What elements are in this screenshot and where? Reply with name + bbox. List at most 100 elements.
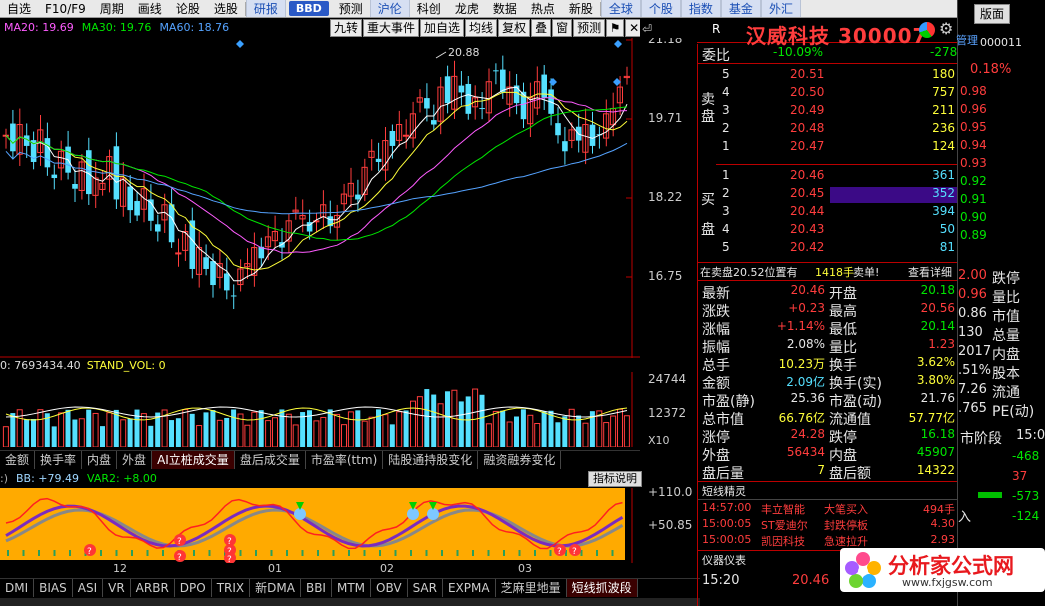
toolbar-button-7[interactable]: 预测	[573, 19, 606, 37]
nav-item-19[interactable]: 外汇	[760, 0, 801, 17]
volume-bar	[431, 394, 437, 447]
indicator-tab-9[interactable]: MTM	[332, 579, 372, 597]
stat-label: 总市值	[702, 412, 744, 428]
indicator-tab-6[interactable]: TRIX	[212, 579, 251, 597]
indicator-tab-0[interactable]: DMI	[0, 579, 35, 597]
candlestick-chart[interactable]	[0, 38, 640, 358]
side-stat-label: 市值	[992, 309, 1020, 325]
sub-tab-8[interactable]: 融资融券变化	[478, 451, 562, 469]
sub-tab-4[interactable]: AI立桩成交量	[152, 451, 235, 469]
nav-item-13[interactable]: 热点	[524, 0, 562, 17]
nav-item-9[interactable]: 沪伦	[369, 0, 410, 17]
indicator-help-button[interactable]: 指标说明	[588, 471, 642, 487]
sell-notice-detail-button[interactable]: 查看详细	[908, 264, 952, 280]
sub-tab-1[interactable]: 换手率	[35, 451, 83, 469]
nav-item-18[interactable]: 基金	[720, 0, 761, 17]
toolbar-button-0[interactable]: 九转	[330, 19, 363, 37]
stat-label: 涨跌	[702, 304, 730, 320]
candle-body	[479, 108, 485, 110]
side-stat-value: 7.26	[958, 382, 987, 397]
nav-item-17[interactable]: 指数	[680, 0, 721, 17]
stat-value: 20.46	[790, 283, 825, 297]
nav-item-5[interactable]: 选股	[207, 0, 245, 17]
stand-vol-label: STAND_VOL: 0	[86, 359, 166, 372]
indicator-tab-3[interactable]: VR	[103, 579, 131, 597]
nav-item-0[interactable]: 自选	[0, 0, 38, 17]
toolbar-button-3[interactable]: 均线	[465, 19, 498, 37]
sub-tab-3[interactable]: 外盘	[117, 451, 153, 469]
indicator-tab-14[interactable]: 短线抓波段	[566, 579, 638, 597]
nav-item-15[interactable]: 全球	[600, 0, 641, 17]
stat-value: +0.23	[788, 301, 825, 315]
ma20-label: MA20: 19.69	[4, 21, 74, 34]
toolbar-button-6[interactable]: 窗	[552, 19, 573, 37]
sub-tab-5[interactable]: 盘后成交量	[235, 451, 306, 469]
nav-item-7[interactable]: BBD	[288, 1, 329, 16]
volume-chart[interactable]	[0, 372, 640, 447]
side-price: 0.93	[960, 156, 987, 170]
toolbar-button-1[interactable]: 重大事件	[363, 19, 420, 37]
toolbar-button-5[interactable]: 叠	[531, 19, 552, 37]
nav-item-4[interactable]: 论股	[169, 0, 207, 17]
side-price: 0.89	[960, 228, 987, 242]
candle-body	[355, 194, 361, 200]
nav-item-14[interactable]: 新股	[562, 0, 600, 17]
ninety-icon[interactable]: ⏎	[642, 22, 652, 36]
sell-price: 20.50	[790, 85, 825, 99]
horizontal-scrollbar[interactable]	[0, 598, 700, 606]
nav-item-10[interactable]: 科创	[410, 0, 448, 17]
indicator-tab-8[interactable]: BBI	[301, 579, 332, 597]
indicator-tab-2[interactable]: ASI	[73, 579, 104, 597]
sub-tab-6[interactable]: 市盈率(ttm)	[306, 451, 384, 469]
nav-item-8[interactable]: 预测	[332, 0, 370, 17]
volume-bar	[134, 409, 140, 447]
stat-value: 56434	[786, 445, 825, 459]
layout-button[interactable]: 版面	[974, 4, 1011, 24]
sub-tab-2[interactable]: 内盘	[82, 451, 118, 469]
weibi-label: 委比	[702, 48, 730, 64]
candle-body	[134, 201, 140, 216]
nav-item-11[interactable]: 龙虎	[448, 0, 486, 17]
weibi-value: -10.09%	[773, 45, 824, 59]
pie-icon[interactable]	[919, 22, 935, 38]
volume-bar	[175, 418, 181, 447]
flag-icon[interactable]: ⚑	[606, 19, 625, 37]
candle-body	[155, 224, 161, 232]
nav-item-2[interactable]: 周期	[93, 0, 131, 17]
stat-value-2: 1.23	[928, 337, 955, 351]
indicator-chart[interactable]: ????????	[0, 488, 640, 563]
indicator-tab-4[interactable]: ARBR	[131, 579, 175, 597]
elite-event: 封跌停板	[824, 519, 868, 532]
volume-bar	[445, 391, 450, 447]
toolbar-button-4[interactable]: 复权	[498, 19, 531, 37]
indicator-tab-1[interactable]: BIAS	[34, 579, 73, 597]
toolbar-button-2[interactable]: 加自选	[420, 19, 465, 37]
stat-label-2: 流通值	[829, 412, 871, 428]
elite-value: 494手	[923, 503, 955, 516]
indicator-tab-5[interactable]: DPO	[175, 579, 212, 597]
nav-item-16[interactable]: 个股	[640, 0, 681, 17]
buy-volume: 81	[939, 240, 955, 254]
side-stat-label: 内盘	[992, 347, 1020, 363]
stat-value-2: 20.56	[920, 301, 955, 315]
indicator-tab-12[interactable]: EXPMA	[443, 579, 496, 597]
sub-tab-7[interactable]: 陆股通持股变化	[383, 451, 479, 469]
stat-label: 盘后量	[702, 466, 744, 482]
indicator-tab-11[interactable]: SAR	[408, 579, 443, 597]
stat-value: 7	[817, 463, 825, 477]
stat-label-2: 换手	[829, 358, 857, 374]
indicator-tab-13[interactable]: 芝麻里地量	[496, 579, 567, 597]
indicator-tab-10[interactable]: OBV	[371, 579, 408, 597]
volume-bar	[500, 410, 506, 447]
nav-item-1[interactable]: F10/F9	[38, 0, 93, 17]
volume-value: 0: 7693434.40	[0, 359, 81, 372]
gear-icon[interactable]: ⚙	[939, 19, 953, 38]
buy-volume: 361	[932, 168, 955, 182]
nav-item-3[interactable]: 画线	[131, 0, 169, 17]
volume-bar	[72, 419, 78, 447]
side-stat-value: .51%	[958, 363, 992, 378]
sub-tab-0[interactable]: 金额	[0, 451, 36, 469]
nav-item-12[interactable]: 数据	[486, 0, 524, 17]
nav-item-6[interactable]: 研报	[245, 0, 286, 17]
indicator-tab-7[interactable]: 新DMA	[250, 579, 301, 597]
